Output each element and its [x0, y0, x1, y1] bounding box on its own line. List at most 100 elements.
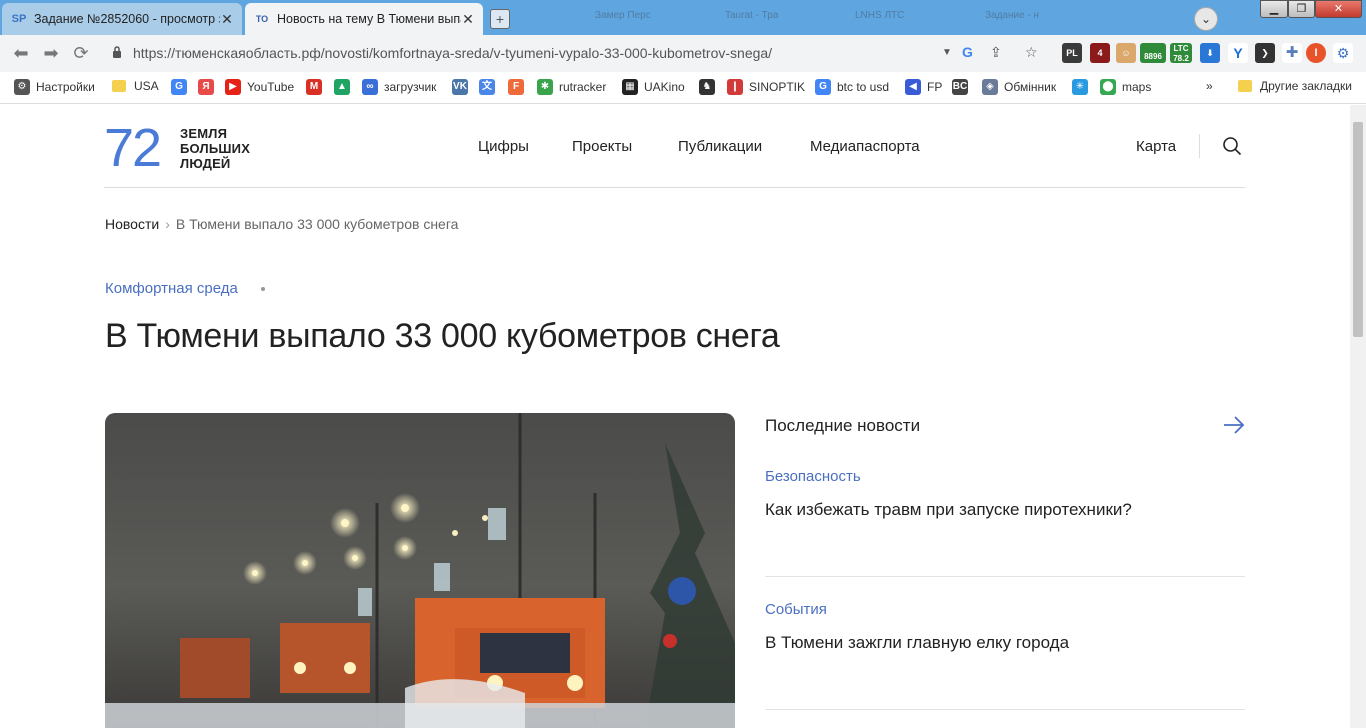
bookmark-item[interactable]: ▶ YouTube — [225, 79, 294, 95]
bookmark-item[interactable]: USA — [112, 79, 159, 93]
terminal-extension-icon[interactable]: ❯ — [1255, 43, 1275, 63]
profile-avatar[interactable]: I — [1306, 43, 1326, 63]
profile-initial: I — [1314, 47, 1318, 59]
nav-item-publications[interactable]: Публикации — [678, 138, 762, 155]
bookmark-item[interactable]: M — [306, 79, 328, 95]
btc-value: 8896 — [1144, 52, 1162, 61]
browser-tab-active[interactable]: TO Новость на тему В Тюмени выпал ✕ — [245, 3, 483, 35]
chess-icon: ♞ — [699, 79, 715, 95]
bookmark-item[interactable]: ◀ FP — [905, 79, 942, 95]
gear-icon: ⚙ — [14, 79, 30, 95]
nav-item-mediapassports[interactable]: Медиапаспорта — [810, 138, 920, 155]
ltc-price-extension-icon[interactable]: LTC 78.2 — [1170, 43, 1192, 63]
site-logo-text[interactable]: ЗЕМЛЯ БОЛЬШИХ ЛЮДЕЙ — [180, 126, 270, 171]
close-window-button[interactable]: ✕ — [1315, 0, 1362, 18]
news-category[interactable]: События — [765, 601, 827, 618]
address-bar[interactable]: https://тюменскаяобласть.рф/novosti/komf… — [100, 39, 1038, 67]
ltc-value: 78.2 — [1173, 54, 1189, 63]
share-icon[interactable]: ⇪ — [990, 44, 1002, 61]
bookmark-item[interactable]: ♞ — [699, 79, 721, 95]
close-tab-icon[interactable]: ✕ — [220, 11, 234, 28]
to-favicon-icon: TO — [255, 14, 269, 24]
bookmark-item[interactable]: ∞ загрузчик — [362, 79, 436, 95]
bookmark-item[interactable]: 文 — [479, 79, 501, 95]
nav-item-map[interactable]: Карта — [1136, 138, 1176, 155]
lock-icon — [113, 46, 121, 58]
google-lens-icon[interactable]: G — [962, 44, 973, 60]
dropdown-caret-icon[interactable]: ▼ — [942, 47, 952, 58]
bookmark-item[interactable]: G — [171, 79, 193, 95]
google-icon: G — [171, 79, 187, 95]
bookmark-label: USA — [134, 79, 159, 93]
bookmark-item[interactable]: ✳ — [1072, 79, 1094, 95]
maximize-button[interactable]: ❐ — [1288, 0, 1315, 18]
bookmark-label: загрузчик — [384, 80, 437, 94]
news-title[interactable]: В Тюмени зажгли главную елку города — [765, 633, 1069, 653]
back-arrow-icon[interactable]: ⬅ — [10, 43, 32, 63]
bookmark-item[interactable]: F — [508, 79, 530, 95]
search-icon[interactable] — [1222, 136, 1242, 156]
breadcrumb-current: В Тюмени выпало 33 000 кубометров снега — [175, 216, 459, 232]
news-title[interactable]: Как избежать травм при запуске пиротехни… — [765, 500, 1132, 520]
bookmark-item[interactable]: Gbtc to usd — [815, 79, 889, 95]
tab-search-chevron-icon[interactable]: ⌄ — [1194, 7, 1218, 31]
bookmark-item[interactable]: BC — [952, 79, 974, 95]
bookmark-item[interactable]: ▲ — [334, 79, 356, 95]
ltc-label: LTC — [1173, 44, 1189, 53]
f-icon: F — [508, 79, 524, 95]
pl-extension-icon[interactable]: PL — [1062, 43, 1082, 63]
download-extension-icon[interactable]: ⬇ — [1200, 43, 1220, 63]
gmail-icon: M — [306, 79, 322, 95]
breadcrumb-root[interactable]: Новости — [105, 216, 159, 232]
loop-icon: ∞ — [362, 79, 378, 95]
other-bookmarks-folder[interactable]: Другие закладки — [1238, 79, 1352, 93]
url-text[interactable]: https://тюменскаяобласть.рф/novosti/komf… — [133, 45, 772, 61]
nav-item-projects[interactable]: Проекты — [572, 138, 632, 155]
site-logo-number[interactable]: 72 — [104, 119, 162, 177]
bookmark-item[interactable]: ⬤ maps — [1100, 79, 1151, 95]
bookmark-star-icon[interactable]: ☆ — [1025, 44, 1038, 61]
bookmark-label: FP — [927, 80, 943, 94]
bookmark-item[interactable]: ◈ Обмінник — [982, 79, 1056, 95]
ublock-extension-icon[interactable]: 4 — [1090, 43, 1110, 63]
web-page: 72 ЗЕМЛЯ БОЛЬШИХ ЛЮДЕЙ Цифры Проекты Пуб… — [0, 105, 1350, 728]
bookmarks-bar: ⚙ Настройки USA G Я ▶ YouTube M ▲ ∞ загрузчик VK 文 F ✱… — [0, 72, 1366, 104]
bookmark-item[interactable]: ⚙ Настройки — [14, 79, 95, 95]
article-category[interactable]: Комфортная среда — [105, 280, 238, 297]
bookmark-item[interactable]: Я — [198, 79, 220, 95]
btc-price-extension-icon[interactable]: 8896 — [1140, 43, 1166, 63]
folder-icon — [1238, 80, 1252, 92]
bookmark-label: maps — [1122, 80, 1152, 94]
article-photo — [105, 413, 735, 728]
puzzle-extensions-icon[interactable]: ✚ — [1282, 43, 1302, 63]
ghost-tab: Замер Перс — [595, 10, 651, 21]
face-extension-icon[interactable]: ☺ — [1116, 43, 1136, 63]
v-extension-icon[interactable]: Y — [1228, 43, 1248, 63]
new-tab-button[interactable]: + — [490, 9, 510, 29]
bookmark-item[interactable]: ✱ rutracker — [537, 79, 606, 95]
reload-icon[interactable]: ⟳ — [70, 43, 92, 63]
category-dot — [261, 287, 265, 291]
header-divider — [1199, 134, 1200, 158]
bookmark-item[interactable]: VK — [452, 79, 474, 95]
minimize-button[interactable]: ▁ — [1260, 0, 1288, 18]
bookmark-label: Другие закладки — [1260, 79, 1352, 93]
close-tab-icon[interactable]: ✕ — [461, 11, 475, 28]
browser-tab-inactive[interactable]: SP Задание №2852060 - просмотр з ✕ — [2, 3, 242, 35]
bookmark-item[interactable]: ▦ UAKino — [622, 79, 685, 95]
bookmark-item[interactable]: ❙ SINOPTIK — [727, 79, 805, 95]
ghost-tab: Taurat - Тра — [725, 10, 779, 21]
arrow-right-icon[interactable] — [1222, 415, 1246, 435]
bookmark-label: UAKino — [644, 80, 685, 94]
latest-news-heading[interactable]: Последние новости — [765, 416, 920, 436]
menu-extension-icon[interactable]: ⚙ — [1333, 43, 1353, 63]
scrollbar-thumb[interactable] — [1353, 122, 1363, 337]
breadcrumb-chevron-icon: › — [165, 216, 170, 232]
bookmark-label: Обмінник — [1004, 80, 1057, 94]
news-category[interactable]: Безопасность — [765, 468, 861, 485]
bookmarks-more-chevron-icon[interactable]: » — [1206, 79, 1213, 93]
nav-item-numbers[interactable]: Цифры — [478, 138, 529, 155]
thermometer-icon: ❙ — [727, 79, 743, 95]
page-scrollbar[interactable] — [1350, 105, 1366, 728]
forward-arrow-icon[interactable]: ➡ — [40, 43, 62, 63]
